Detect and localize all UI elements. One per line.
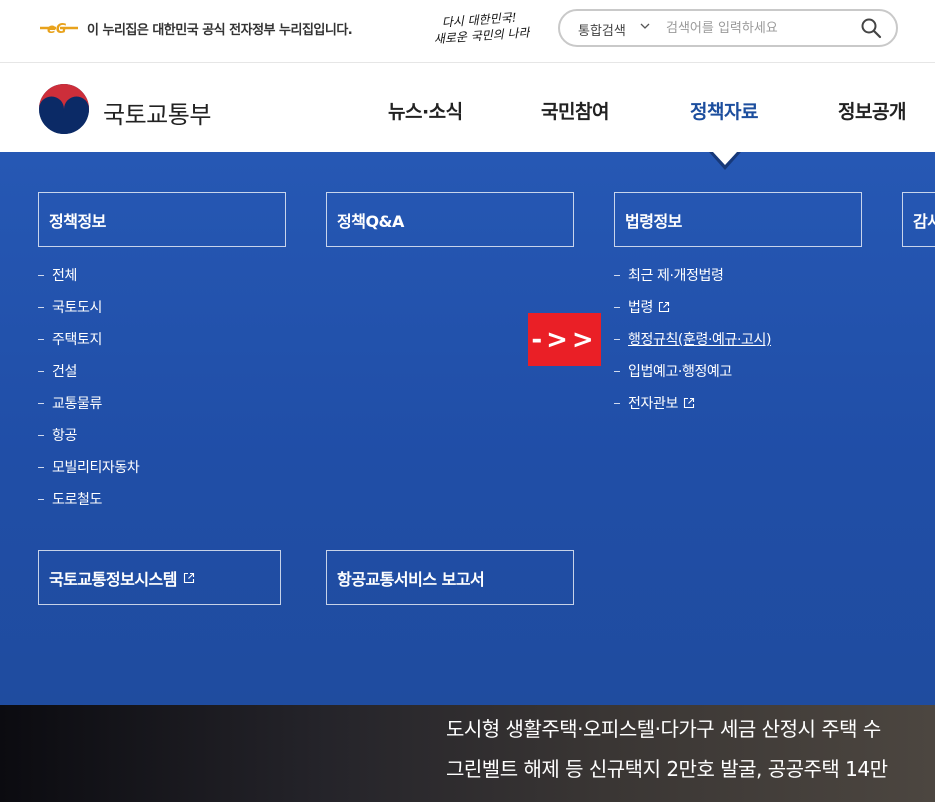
menu-box-label: 정책Q&A <box>337 211 404 231</box>
submenu-item[interactable]: 전체 <box>38 265 77 285</box>
submenu-item[interactable]: 도로철도 <box>38 489 102 509</box>
menu-box-label: 항공교통서비스 보고서 <box>337 569 485 589</box>
submenu-item[interactable]: 모빌리티자동차 <box>38 457 140 477</box>
submenu-item[interactable]: 입법예고·행정예고 <box>614 361 732 381</box>
external-link-icon <box>658 301 670 313</box>
submenu-item[interactable]: 법령 <box>614 297 670 317</box>
menu-box-label: 감사 <box>913 211 935 231</box>
ministry-name[interactable]: 국토교통부 <box>103 95 211 130</box>
nav-news[interactable]: 뉴스·소식 <box>388 97 463 124</box>
hero-banner: 도시형 생활주택·오피스텔·다가구 세금 산정시 주택 수 그린벨트 해제 등 … <box>0 705 935 802</box>
nav-info-disclosure[interactable]: 정보공개 <box>838 97 906 124</box>
submenu-item-admin-rules[interactable]: 행정규칙(훈령·예규·고시) <box>614 329 771 349</box>
submenu-item[interactable]: 국토도시 <box>38 297 102 317</box>
hero-headline-1[interactable]: 도시형 생활주택·오피스텔·다가구 세금 산정시 주택 수 <box>446 713 881 742</box>
menu-box-label: 정책정보 <box>49 211 106 231</box>
mega-menu: 정책정보 전체 국토도시 주택토지 건설 교통물류 항공 모빌리티자동차 도로철… <box>0 152 935 705</box>
submenu-item[interactable]: 건설 <box>38 361 77 381</box>
submenu-item[interactable]: 항공 <box>38 425 77 445</box>
menu-pointer-icon <box>709 152 741 170</box>
gov-banner: eG 이 누리집은 대한민국 공식 전자정부 누리집입니다. 다시 대한민국! … <box>0 0 935 63</box>
svg-text:eG: eG <box>47 22 67 37</box>
chevron-down-icon[interactable] <box>639 19 651 33</box>
menu-box-policy-info[interactable]: 정책정보 <box>38 192 286 247</box>
submenu-item[interactable]: 전자관보 <box>614 393 695 413</box>
gov-notice: 이 누리집은 대한민국 공식 전자정부 누리집입니다. <box>87 23 353 38</box>
menu-box-label: 국토교통정보시스템 <box>49 569 177 589</box>
eg-logo-icon: eG <box>40 22 78 37</box>
integrated-search: 통합검색 <box>558 9 898 47</box>
search-input[interactable] <box>666 18 846 38</box>
external-link-icon <box>183 572 195 583</box>
search-icon[interactable] <box>860 17 882 39</box>
external-link-icon <box>683 397 694 409</box>
menu-box-audit[interactable]: 감사 <box>902 192 935 247</box>
nav-participation[interactable]: 국민참여 <box>541 97 609 124</box>
submenu-item[interactable]: 주택토지 <box>38 329 102 349</box>
search-scope-select[interactable]: 통합검색 <box>578 20 626 39</box>
menu-box-policy-qna[interactable]: 정책Q&A <box>326 192 574 247</box>
menu-box-law-info[interactable]: 법령정보 <box>614 192 862 247</box>
menu-box-label: 법령정보 <box>625 211 682 231</box>
nav-policy-data[interactable]: 정책자료 <box>690 97 758 124</box>
hero-headline-2[interactable]: 그린벨트 해제 등 신규택지 2만호 발굴, 공공주택 14만 <box>446 753 888 782</box>
submenu-item[interactable]: 최근 제·개정법령 <box>614 265 724 285</box>
ministry-emblem-icon[interactable] <box>38 83 90 135</box>
submenu-item[interactable]: 교통물류 <box>38 393 102 413</box>
menu-box-air-service-report[interactable]: 항공교통서비스 보고서 <box>326 550 574 605</box>
annotation-arrow: ->> <box>528 313 601 366</box>
site-header: 국토교통부 뉴스·소식 국민참여 정책자료 정보공개 <box>0 64 935 152</box>
slogan-logo: 다시 대한민국! 새로운 국민의 나라 <box>433 10 530 46</box>
menu-box-transport-info-system[interactable]: 국토교통정보시스템 <box>38 550 281 605</box>
